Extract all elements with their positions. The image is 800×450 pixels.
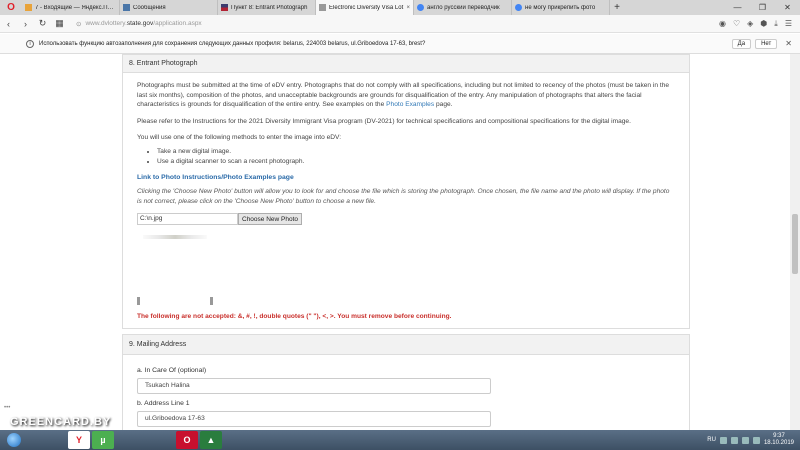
site-info-icon[interactable]: ⊙ <box>76 20 81 28</box>
tab-title: Пункт 8: Entrant Photograph <box>231 4 308 11</box>
scrollbar-thumb[interactable] <box>792 214 798 274</box>
tab-title: Electronic Diversity Visa Lot <box>329 4 404 11</box>
toolbar-icons: ◉ ♡ ◈ ⬢ ⤓ ☰ <box>719 19 792 29</box>
tray-icon[interactable] <box>719 436 727 444</box>
address-line-1-label: b. Address Line 1 <box>137 400 190 407</box>
volume-icon[interactable] <box>752 436 760 444</box>
photo-rules-text: Photographs must be submitted at the tim… <box>137 82 670 109</box>
utorrent-icon[interactable]: µ <box>92 431 114 449</box>
section-header: 8. Entrant Photograph <box>123 55 689 73</box>
photo-examples-link[interactable]: Photo Examples <box>386 101 434 108</box>
instructions-text: Please refer to the Instructions for the… <box>137 117 631 125</box>
page-icon <box>319 4 326 11</box>
choose-help-text: Clicking the 'Choose New Photo' button w… <box>137 187 670 205</box>
vpn-icon[interactable]: ◈ <box>747 19 753 29</box>
tab-title: англо русский переводчик <box>427 4 500 11</box>
close-window-icon[interactable]: ✕ <box>775 0 800 15</box>
info-icon: i <box>26 39 34 48</box>
autofill-prompt: i Использовать функцию автозаполнения дл… <box>0 34 800 54</box>
file-chooser: C:\n.jpg Choose New Photo <box>137 213 675 226</box>
address-bar: ‹ › ↻ ▦ ⊙ www.dvlottery. state.gov/applic… <box>0 15 800 33</box>
methods-list: Take a new digital image. Use a digital … <box>157 147 675 167</box>
back-icon[interactable]: ‹ <box>0 19 17 29</box>
address-line-1-field[interactable]: ul.Griboedova 17-63 <box>137 411 491 427</box>
marker <box>137 297 140 306</box>
tab-yandex-mail[interactable]: 7 - Входящие — Яндекс.Почта <box>22 0 120 15</box>
autofill-yes-button[interactable]: Да <box>731 38 752 49</box>
reload-icon[interactable]: ↻ <box>34 18 51 29</box>
photo-preview-image <box>143 235 207 240</box>
extension-icon[interactable]: ⬢ <box>760 19 767 29</box>
tab-title: Сообщения <box>133 4 166 11</box>
new-tab-button[interactable]: + <box>610 0 624 15</box>
tab-photo-search[interactable]: не могу прикрепить фото <box>512 0 610 15</box>
photo-panel: 8. Entrant Photograph Photographs must b… <box>122 54 690 330</box>
list-item: Take a new digital image. <box>157 147 675 157</box>
yandex-browser-icon[interactable]: Y <box>68 431 90 449</box>
speed-dial-icon[interactable]: ▦ <box>51 18 68 29</box>
network-icon[interactable] <box>741 436 749 444</box>
invalid-characters-warning: The following are not accepted: &, #, !,… <box>137 313 452 321</box>
in-care-of-label: a. In Care Of (optional) <box>137 367 207 374</box>
close-tab-icon[interactable]: × <box>406 5 410 11</box>
tab-entrant-photo[interactable]: Пункт 8: Entrant Photograph <box>218 0 316 15</box>
vk-icon <box>123 4 130 11</box>
page-content: 8. Entrant Photograph Photographs must b… <box>0 54 790 430</box>
tab-messages[interactable]: Сообщения <box>120 0 218 15</box>
mail-icon <box>25 4 32 11</box>
download-icon[interactable]: ⤓ <box>774 19 778 29</box>
tab-edv[interactable]: Electronic Diversity Visa Lot × <box>316 0 414 15</box>
close-infobar-icon[interactable]: ✕ <box>785 39 792 48</box>
choose-new-photo-button[interactable]: Choose New Photo <box>238 213 303 226</box>
methods-intro: You will use one of the following method… <box>137 134 342 142</box>
menu-icon[interactable]: ☰ <box>785 19 792 29</box>
autofill-message: Использовать функцию автозаполнения для … <box>39 40 426 47</box>
tab-title: не могу прикрепить фото <box>525 4 596 11</box>
google-icon <box>515 4 522 11</box>
photo-instructions-link[interactable]: Link to Photo Instructions/Photo Example… <box>137 174 675 181</box>
app-icon[interactable]: ▲ <box>200 431 222 449</box>
start-button[interactable] <box>0 430 28 450</box>
us-flag-icon <box>221 4 228 11</box>
language-indicator[interactable]: RU <box>707 437 716 443</box>
in-care-of-field[interactable]: Tsukach Halina <box>137 378 491 394</box>
tray-icon[interactable] <box>730 436 738 444</box>
tab-translator[interactable]: англо русский переводчик <box>414 0 512 15</box>
photo-preview <box>137 231 213 293</box>
marker <box>210 297 213 306</box>
maximize-icon[interactable]: ❐ <box>750 0 775 15</box>
taskbar: Y µ O ▲ <box>0 430 800 450</box>
autofill-no-button[interactable]: Нет <box>755 38 778 49</box>
opera-icon[interactable]: O <box>176 431 198 449</box>
google-icon <box>417 4 424 11</box>
windows-logo-icon <box>7 433 21 447</box>
watermark: GREENCARD.BY <box>10 416 112 428</box>
forward-icon[interactable]: › <box>17 19 34 29</box>
system-tray: RU 9:37 18.10.2019 <box>707 430 794 450</box>
heart-icon[interactable]: ♡ <box>733 19 740 29</box>
url-field[interactable]: ⊙ www.dvlottery. state.gov/application.as… <box>76 20 719 28</box>
list-item: Use a digital scanner to scan a recent p… <box>157 157 675 167</box>
mailing-panel: 9. Mailing Address a. In Care Of (option… <box>122 334 690 430</box>
tab-strip: O 7 - Входящие — Яндекс.Почта Сообщения … <box>0 0 800 15</box>
camera-icon[interactable]: ◉ <box>719 19 726 29</box>
window-controls: — ❐ ✕ <box>725 0 800 15</box>
tab-title: 7 - Входящие — Яндекс.Почта <box>35 4 116 11</box>
preview-markers <box>137 297 213 306</box>
sidebar-more-icon[interactable]: ••• <box>4 405 10 411</box>
scrollbar[interactable] <box>790 54 800 430</box>
clock[interactable]: 9:37 18.10.2019 <box>764 433 794 447</box>
opera-menu-icon[interactable]: O <box>0 0 22 15</box>
section-header: 9. Mailing Address <box>123 335 689 355</box>
minimize-icon[interactable]: — <box>725 0 750 15</box>
file-path-field[interactable]: C:\n.jpg <box>137 213 238 226</box>
